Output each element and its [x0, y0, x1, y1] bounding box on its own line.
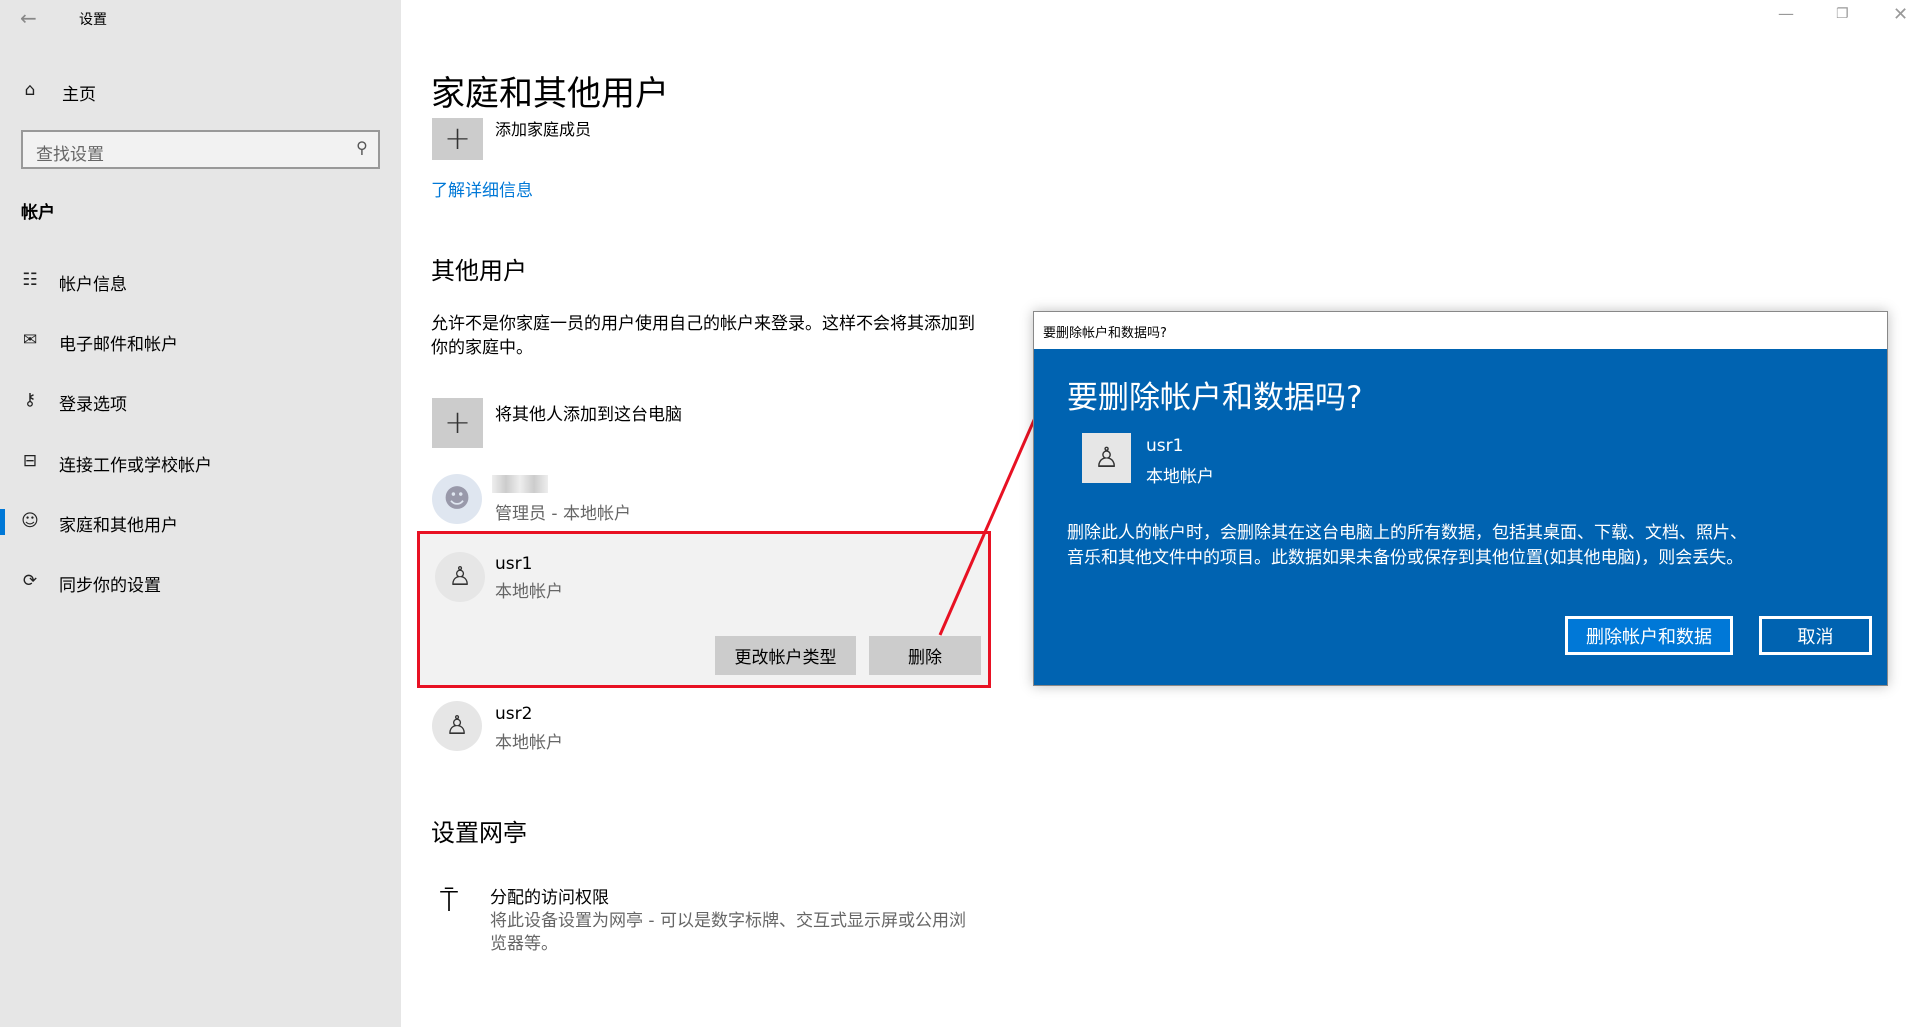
dialog-user-avatar: ♙	[1082, 433, 1131, 483]
dialog-message: 删除此人的帐户时，会删除其在这台电脑上的所有数据，包括其桌面、下载、文档、照片、	[1067, 523, 1747, 543]
cancel-button[interactable]: 取消	[1759, 616, 1872, 655]
dialog-user-name: usr1	[1146, 436, 1184, 456]
dialog-heading: 要删除帐户和数据吗?	[1067, 380, 1363, 416]
dialog-titlebar-text: 要删除帐户和数据吗?	[1043, 326, 1167, 341]
confirm-delete-button[interactable]: 删除帐户和数据	[1565, 616, 1733, 655]
person-icon: ♙	[1093, 441, 1120, 474]
dialog-titlebar: 要删除帐户和数据吗?	[1034, 312, 1887, 349]
dialog-message-2: 音乐和其他文件中的项目。此数据如果未备份或保存到其他位置(如其他电脑)，则会丢失…	[1067, 548, 1744, 568]
dialog-user-type: 本地帐户	[1146, 467, 1214, 487]
delete-account-dialog: 要删除帐户和数据吗? 要删除帐户和数据吗? ♙ usr1 本地帐户 删除此人的帐…	[1033, 311, 1888, 686]
